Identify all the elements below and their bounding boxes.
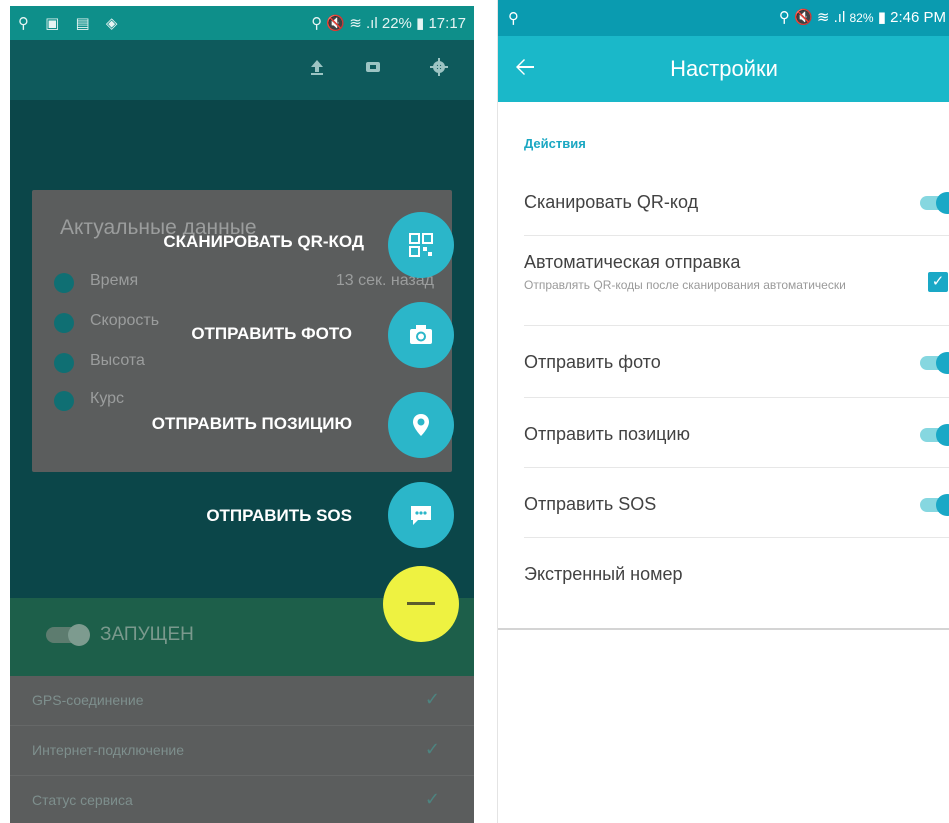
status-label: GPS-соединение	[32, 692, 144, 708]
section-title: Действия	[524, 136, 586, 151]
status-bar: ⚲ ▣ ▤ ◈ ⚲ 🔇 ≋ .ıl 22% ▮ 17:17	[10, 6, 474, 40]
data-row-time: Время 13 сек. назад	[54, 270, 434, 296]
send-sos-fab[interactable]	[388, 482, 454, 548]
app-bar	[10, 40, 474, 100]
toggle-knob	[936, 494, 949, 516]
send-position-fab[interactable]	[388, 392, 454, 458]
setting-emergency-number[interactable]: Экстренный номер	[524, 538, 949, 610]
setting-label: Сканировать QR-код	[524, 192, 699, 212]
fab-label-send-position[interactable]: ОТПРАВИТЬ ПОЗИЦИЮ	[152, 414, 352, 434]
location-icon: ⚲	[508, 10, 519, 27]
clock-time: 2:46 PM	[890, 9, 946, 26]
minus-icon	[407, 602, 435, 605]
check-icon: ✓	[424, 789, 440, 809]
status-list: GPS-соединение ✓ Интернет-подключение ✓ …	[10, 676, 474, 823]
setting-subtitle: Отправлять QR-коды после сканирования ав…	[524, 278, 846, 292]
data-row-course: Курс	[54, 388, 434, 414]
location-pin-icon	[413, 414, 429, 436]
check-icon: ✓	[424, 739, 440, 759]
send-photo-toggle[interactable]	[920, 352, 949, 374]
setting-send-sos[interactable]: Отправить SOS	[524, 468, 949, 538]
status-row-service: Статус сервиса ✓	[10, 776, 474, 823]
running-label: ЗАПУЩЕН	[100, 624, 194, 645]
setting-label: Автоматическая отправка	[524, 252, 741, 272]
close-fab-menu-button[interactable]	[383, 566, 459, 642]
message-icon[interactable]	[362, 57, 384, 79]
battery-icon: ▮	[877, 9, 886, 26]
row-label: Курс	[90, 390, 125, 407]
setting-label: Отправить фото	[524, 352, 661, 372]
check-icon: ✓	[424, 689, 440, 709]
setting-send-photo[interactable]: Отправить фото	[524, 326, 949, 398]
running-toggle-knob[interactable]	[68, 624, 90, 646]
send-photo-fab[interactable]	[388, 302, 454, 368]
toggle-knob	[936, 424, 949, 446]
altitude-icon	[54, 353, 74, 373]
battery-level: 82%	[849, 11, 874, 25]
status-label: Статус сервиса	[32, 792, 133, 808]
row-label: Скорость	[90, 312, 160, 329]
upload-icon[interactable]	[306, 57, 328, 79]
notification-icons: ⚲ ▣ ▤ ◈	[18, 15, 124, 32]
status-label: Интернет-подключение	[32, 742, 185, 758]
page-title: Настройки	[670, 56, 778, 81]
camera-icon	[410, 325, 432, 344]
chat-bubble-icon	[411, 506, 431, 525]
status-row-gps: GPS-соединение ✓	[10, 676, 474, 726]
status-info: ⚲ 🔇 ≋ .ıl 82% ▮ 2:46 PM	[779, 8, 946, 26]
setting-label: Экстренный номер	[524, 564, 683, 584]
status-info: ⚲ 🔇 ≋ .ıl 22% ▮ 17:17	[311, 15, 466, 32]
compass-icon	[54, 391, 74, 411]
row-label: Время	[90, 272, 139, 289]
fab-label-send-photo[interactable]: ОТПРАВИТЬ ФОТО	[191, 324, 352, 344]
setting-label: Отправить SOS	[524, 494, 657, 514]
gear-icon[interactable]	[428, 57, 450, 79]
status-icons: ⚲ 🔇 ≋ .ıl	[778, 9, 846, 26]
toggle-knob	[936, 192, 949, 214]
toggle-knob	[936, 352, 949, 374]
app-bar: Настройки	[498, 36, 949, 102]
send-sos-toggle[interactable]	[920, 494, 949, 516]
list-divider	[498, 628, 949, 630]
data-row-altitude: Высота 0	[54, 350, 434, 376]
qr-code-icon	[409, 233, 433, 257]
scan-qr-toggle[interactable]	[920, 192, 949, 214]
fab-label-send-sos[interactable]: ОТПРАВИТЬ SOS	[206, 506, 352, 526]
setting-send-position[interactable]: Отправить позицию	[524, 398, 949, 468]
clock-icon	[54, 273, 74, 293]
send-position-toggle[interactable]	[920, 424, 949, 446]
scan-qr-fab[interactable]	[388, 212, 454, 278]
status-bar: ⚲ ⚲ 🔇 ≋ .ıl 82% ▮ 2:46 PM	[498, 0, 949, 36]
speed-icon	[54, 313, 74, 333]
setting-label: Отправить позицию	[524, 424, 690, 444]
right-phone-screen: ⚲ ⚲ 🔇 ≋ .ıl 82% ▮ 2:46 PM Настройки Дейс…	[497, 0, 949, 823]
fab-label-scan-qr[interactable]: СКАНИРОВАТЬ QR-КОД	[163, 232, 364, 252]
setting-auto-send[interactable]: Автоматическая отправка Отправлять QR-ко…	[524, 236, 949, 326]
status-row-internet: Интернет-подключение ✓	[10, 726, 474, 776]
auto-send-checkbox[interactable]: ✓	[928, 272, 948, 292]
left-phone-screen: ⚲ ▣ ▤ ◈ ⚲ 🔇 ≋ .ıl 22% ▮ 17:17 Актуальные…	[10, 6, 474, 823]
setting-scan-qr[interactable]: Сканировать QR-код	[524, 168, 949, 236]
row-label: Высота	[90, 352, 145, 369]
